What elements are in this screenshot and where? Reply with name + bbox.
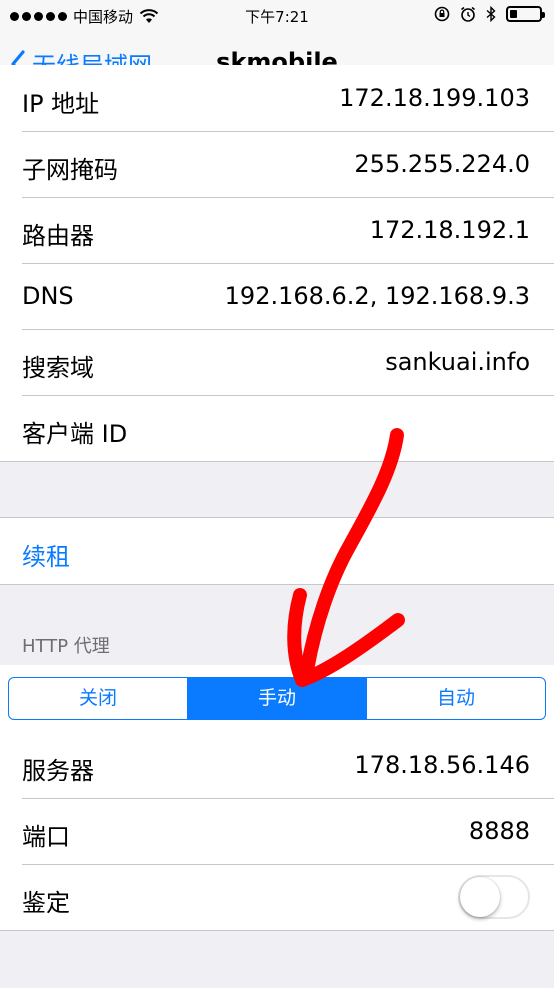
router-label: 路由器 xyxy=(22,222,94,250)
rotation-lock-icon xyxy=(434,6,450,22)
ip-address-label: IP 地址 xyxy=(22,90,100,118)
dns-value: 192.168.6.2, 192.168.9.3 xyxy=(224,282,530,310)
proxy-mode-auto[interactable]: 自动 xyxy=(366,678,545,719)
proxy-mode-segmented-control[interactable]: 关闭 手动 自动 xyxy=(8,677,546,720)
port-row[interactable]: 端口 8888 xyxy=(0,798,554,864)
subnet-mask-row: 子网掩码 255.255.224.0 xyxy=(0,131,554,197)
renew-lease-group: 续租 xyxy=(0,517,554,585)
router-row: 路由器 172.18.192.1 xyxy=(0,197,554,263)
client-id-row[interactable]: 客户端 ID xyxy=(0,395,554,461)
status-bar: 中国移动 下午7:21 xyxy=(0,0,554,32)
bluetooth-icon xyxy=(486,6,496,22)
alarm-icon xyxy=(461,6,475,22)
port-value[interactable]: 8888 xyxy=(469,817,530,845)
dns-label: DNS xyxy=(22,282,74,310)
http-proxy-header: HTTP 代理 xyxy=(22,636,110,657)
client-id-label: 客户端 ID xyxy=(22,420,128,448)
ip-address-value: 172.18.199.103 xyxy=(339,84,530,112)
server-value[interactable]: 178.18.56.146 xyxy=(354,751,530,779)
toggle-knob xyxy=(460,877,500,917)
proxy-mode-manual[interactable]: 手动 xyxy=(187,678,366,719)
network-info-group: IP 地址 172.18.199.103 子网掩码 255.255.224.0 … xyxy=(0,65,554,462)
renew-lease-button[interactable]: 续租 xyxy=(0,518,554,584)
search-domain-row[interactable]: 搜索域 sankuai.info xyxy=(0,329,554,395)
status-right xyxy=(434,6,545,22)
authentication-label: 鉴定 xyxy=(22,889,70,917)
battery-icon xyxy=(506,6,545,22)
authentication-row: 鉴定 xyxy=(0,864,554,930)
search-domain-value: sankuai.info xyxy=(385,348,530,376)
subnet-mask-value: 255.255.224.0 xyxy=(354,150,530,178)
server-row[interactable]: 服务器 178.18.56.146 xyxy=(0,732,554,798)
server-label: 服务器 xyxy=(22,757,94,785)
renew-lease-label: 续租 xyxy=(22,543,70,571)
proxy-settings-group: 服务器 178.18.56.146 端口 8888 鉴定 xyxy=(0,732,554,931)
router-value: 172.18.192.1 xyxy=(369,216,530,244)
port-label: 端口 xyxy=(22,823,70,851)
proxy-mode-off[interactable]: 关闭 xyxy=(9,678,187,719)
subnet-mask-label: 子网掩码 xyxy=(22,156,118,184)
search-domain-label: 搜索域 xyxy=(22,354,94,382)
dns-row[interactable]: DNS 192.168.6.2, 192.168.9.3 xyxy=(0,263,554,329)
ip-address-row: IP 地址 172.18.199.103 xyxy=(0,65,554,131)
authentication-toggle[interactable] xyxy=(458,875,530,919)
